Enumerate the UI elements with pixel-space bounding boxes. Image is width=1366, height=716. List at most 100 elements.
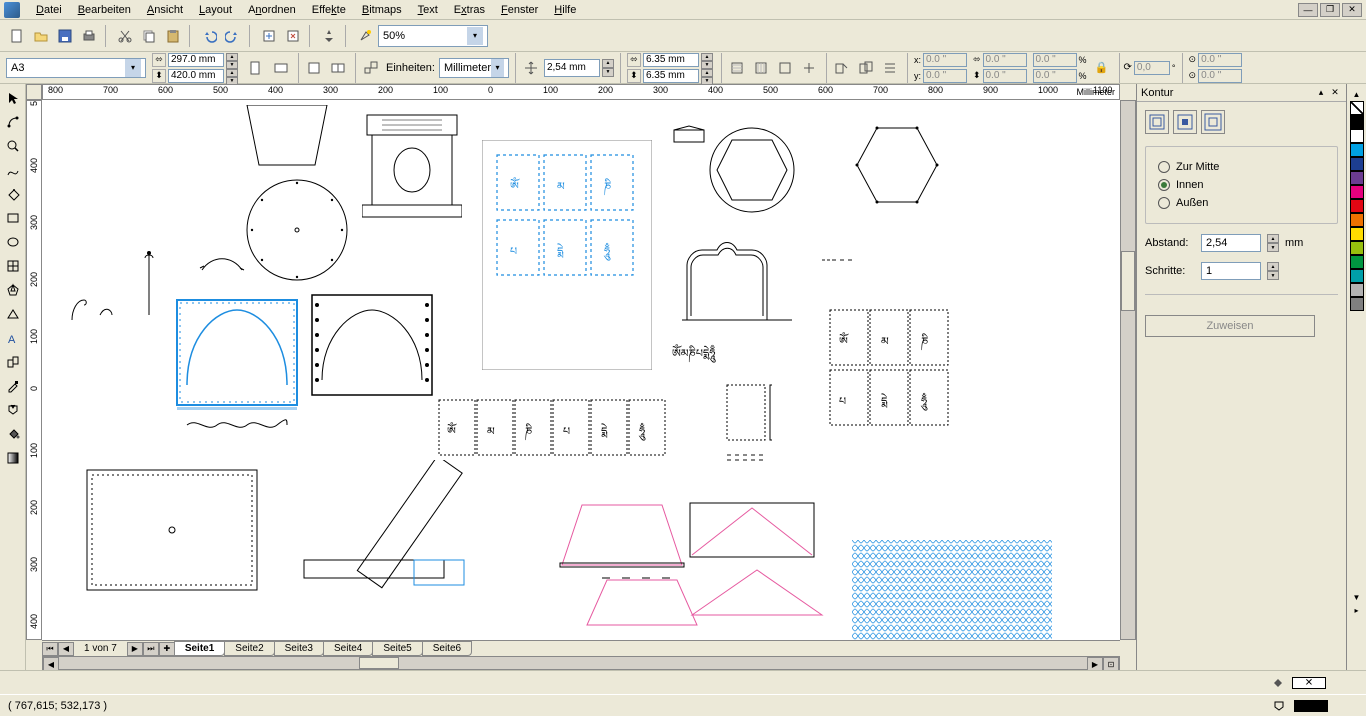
color-swatch[interactable]	[1350, 241, 1364, 255]
small-symbol-2[interactable]	[97, 300, 117, 320]
snap4-button[interactable]	[798, 57, 820, 79]
steps-input[interactable]: 1	[1201, 262, 1261, 280]
color-swatch[interactable]	[1350, 129, 1364, 143]
page-first-button[interactable]: ⏮	[42, 642, 58, 656]
scroll-left-button[interactable]: ◀	[43, 657, 59, 670]
radio-center[interactable]: Zur Mitte	[1158, 161, 1333, 173]
page-prev-button[interactable]: ◀	[58, 642, 74, 656]
contour-inside-icon[interactable]	[1173, 110, 1197, 134]
apply-button[interactable]: Zuweisen	[1145, 315, 1315, 337]
ellipse-tool[interactable]	[2, 231, 24, 253]
triangle-pink-2[interactable]	[687, 565, 827, 620]
import-button[interactable]	[258, 25, 280, 47]
scroll-thumb[interactable]	[1121, 251, 1135, 311]
treat1-button[interactable]	[831, 57, 853, 79]
units-select[interactable]: Millimeter▾	[439, 58, 509, 78]
no-fill-swatch[interactable]	[1350, 101, 1364, 115]
fill-tool[interactable]	[2, 423, 24, 445]
export-button[interactable]	[282, 25, 304, 47]
page-height-input[interactable]: 420.0 mm	[168, 69, 224, 83]
spinner[interactable]: ▲▼	[226, 69, 238, 83]
page-tab-1[interactable]: Seite1	[174, 641, 225, 656]
outline-tool[interactable]	[2, 399, 24, 421]
trapezoid-pink-2[interactable]	[582, 575, 702, 630]
copy-button[interactable]	[138, 25, 160, 47]
arch-shape[interactable]	[677, 235, 797, 330]
color-swatch[interactable]	[1350, 185, 1364, 199]
eyedropper-tool[interactable]	[2, 375, 24, 397]
menu-text[interactable]: Text	[410, 2, 446, 18]
paste-button[interactable]	[162, 25, 184, 47]
navigator-button[interactable]: ⊡	[1103, 657, 1119, 670]
menu-effects[interactable]: Effekte	[304, 2, 354, 18]
lock-icon[interactable]: 🔒	[1091, 57, 1113, 79]
portrait-button[interactable]	[244, 57, 266, 79]
new-button[interactable]	[6, 25, 28, 47]
menu-edit[interactable]: Bearbeiten	[70, 2, 139, 18]
outline-indicator-icon[interactable]	[1272, 699, 1286, 713]
smartfill-tool[interactable]	[2, 183, 24, 205]
color-swatch[interactable]	[1350, 115, 1364, 129]
contour-center-icon[interactable]	[1145, 110, 1169, 134]
color-swatch[interactable]	[1350, 213, 1364, 227]
menu-layout[interactable]: Layout	[191, 2, 240, 18]
contour-outside-icon[interactable]	[1201, 110, 1225, 134]
color-swatch[interactable]	[1350, 297, 1364, 311]
page-add-button[interactable]: ✚	[159, 642, 175, 656]
outline-black-swatch[interactable]	[1294, 700, 1328, 712]
color-swatch[interactable]	[1350, 283, 1364, 297]
triangle-pink-1[interactable]	[687, 500, 817, 560]
undo-button[interactable]	[198, 25, 220, 47]
options-button[interactable]	[354, 25, 376, 47]
drawing-canvas[interactable]: ཨོཾམཎི པདྨེཧཱུྃ ༀམཎིཔདྨེཧཱུྃ	[42, 100, 1120, 640]
rectangle-tool[interactable]	[2, 207, 24, 229]
spinner[interactable]: ▲▼	[226, 53, 238, 67]
spinner[interactable]: ▲▼	[1267, 262, 1279, 280]
ornate-frame-black[interactable]	[307, 285, 437, 400]
palette-down-button[interactable]: ▼	[1353, 593, 1361, 602]
menu-bitmaps[interactable]: Bitmaps	[354, 2, 410, 18]
page-tab-3[interactable]: Seite3	[274, 641, 324, 656]
text-tool[interactable]: A	[2, 327, 24, 349]
page2-button[interactable]	[327, 57, 349, 79]
color-swatch[interactable]	[1350, 157, 1364, 171]
spinner[interactable]: ▲▼	[602, 59, 614, 77]
page-tab-2[interactable]: Seite2	[224, 641, 274, 656]
color-swatch[interactable]	[1350, 269, 1364, 283]
page-last-button[interactable]: ⏭	[143, 642, 159, 656]
landscape-button[interactable]	[270, 57, 292, 79]
color-swatch[interactable]	[1350, 143, 1364, 157]
stamp-grid-black[interactable]: ཨོཾམཎི པདྨེཧཱུྃ	[825, 305, 955, 435]
zoom-tool[interactable]	[2, 135, 24, 157]
dotted-square[interactable]	[82, 465, 262, 595]
small-box[interactable]	[672, 125, 707, 145]
blue-mesh[interactable]	[852, 540, 1052, 640]
basicshapes-tool[interactable]	[2, 303, 24, 325]
color-swatch[interactable]	[1350, 199, 1364, 213]
spinner[interactable]: ▲▼	[1267, 234, 1279, 252]
page-tab-6[interactable]: Seite6	[422, 641, 472, 656]
menu-arrange[interactable]: Anordnen	[240, 2, 304, 18]
cut-button[interactable]	[114, 25, 136, 47]
open-button[interactable]	[30, 25, 52, 47]
shape-tool[interactable]	[2, 111, 24, 133]
horizontal-scrollbar[interactable]: ◀ ▶ ⊡	[42, 656, 1120, 670]
ornament-rope[interactable]	[182, 415, 292, 435]
menu-extras[interactable]: Extras	[446, 2, 493, 18]
page-tab-5[interactable]: Seite5	[372, 641, 422, 656]
prayer-wheel-shape[interactable]	[362, 110, 462, 220]
ruler-origin[interactable]	[26, 84, 42, 100]
color-swatch[interactable]	[1350, 171, 1364, 185]
hexagon-dotted[interactable]	[852, 120, 942, 210]
docker-titlebar[interactable]: Kontur ▴ ✕	[1137, 84, 1346, 102]
stamp-row[interactable]: ཨོཾམཎི པདྨེཧཱུྃ	[437, 395, 667, 465]
vertical-scrollbar[interactable]	[1120, 100, 1136, 640]
zoom-select[interactable]: 50% ▾	[378, 25, 488, 47]
freehand-tool[interactable]	[2, 159, 24, 181]
redo-button[interactable]	[222, 25, 244, 47]
save-button[interactable]	[54, 25, 76, 47]
dotted-circle[interactable]	[242, 175, 352, 285]
docker-close-button[interactable]: ✕	[1328, 86, 1342, 100]
app-launcher-button[interactable]	[318, 25, 340, 47]
ruler-vertical[interactable]: 54003002001000100200300400	[26, 100, 42, 640]
